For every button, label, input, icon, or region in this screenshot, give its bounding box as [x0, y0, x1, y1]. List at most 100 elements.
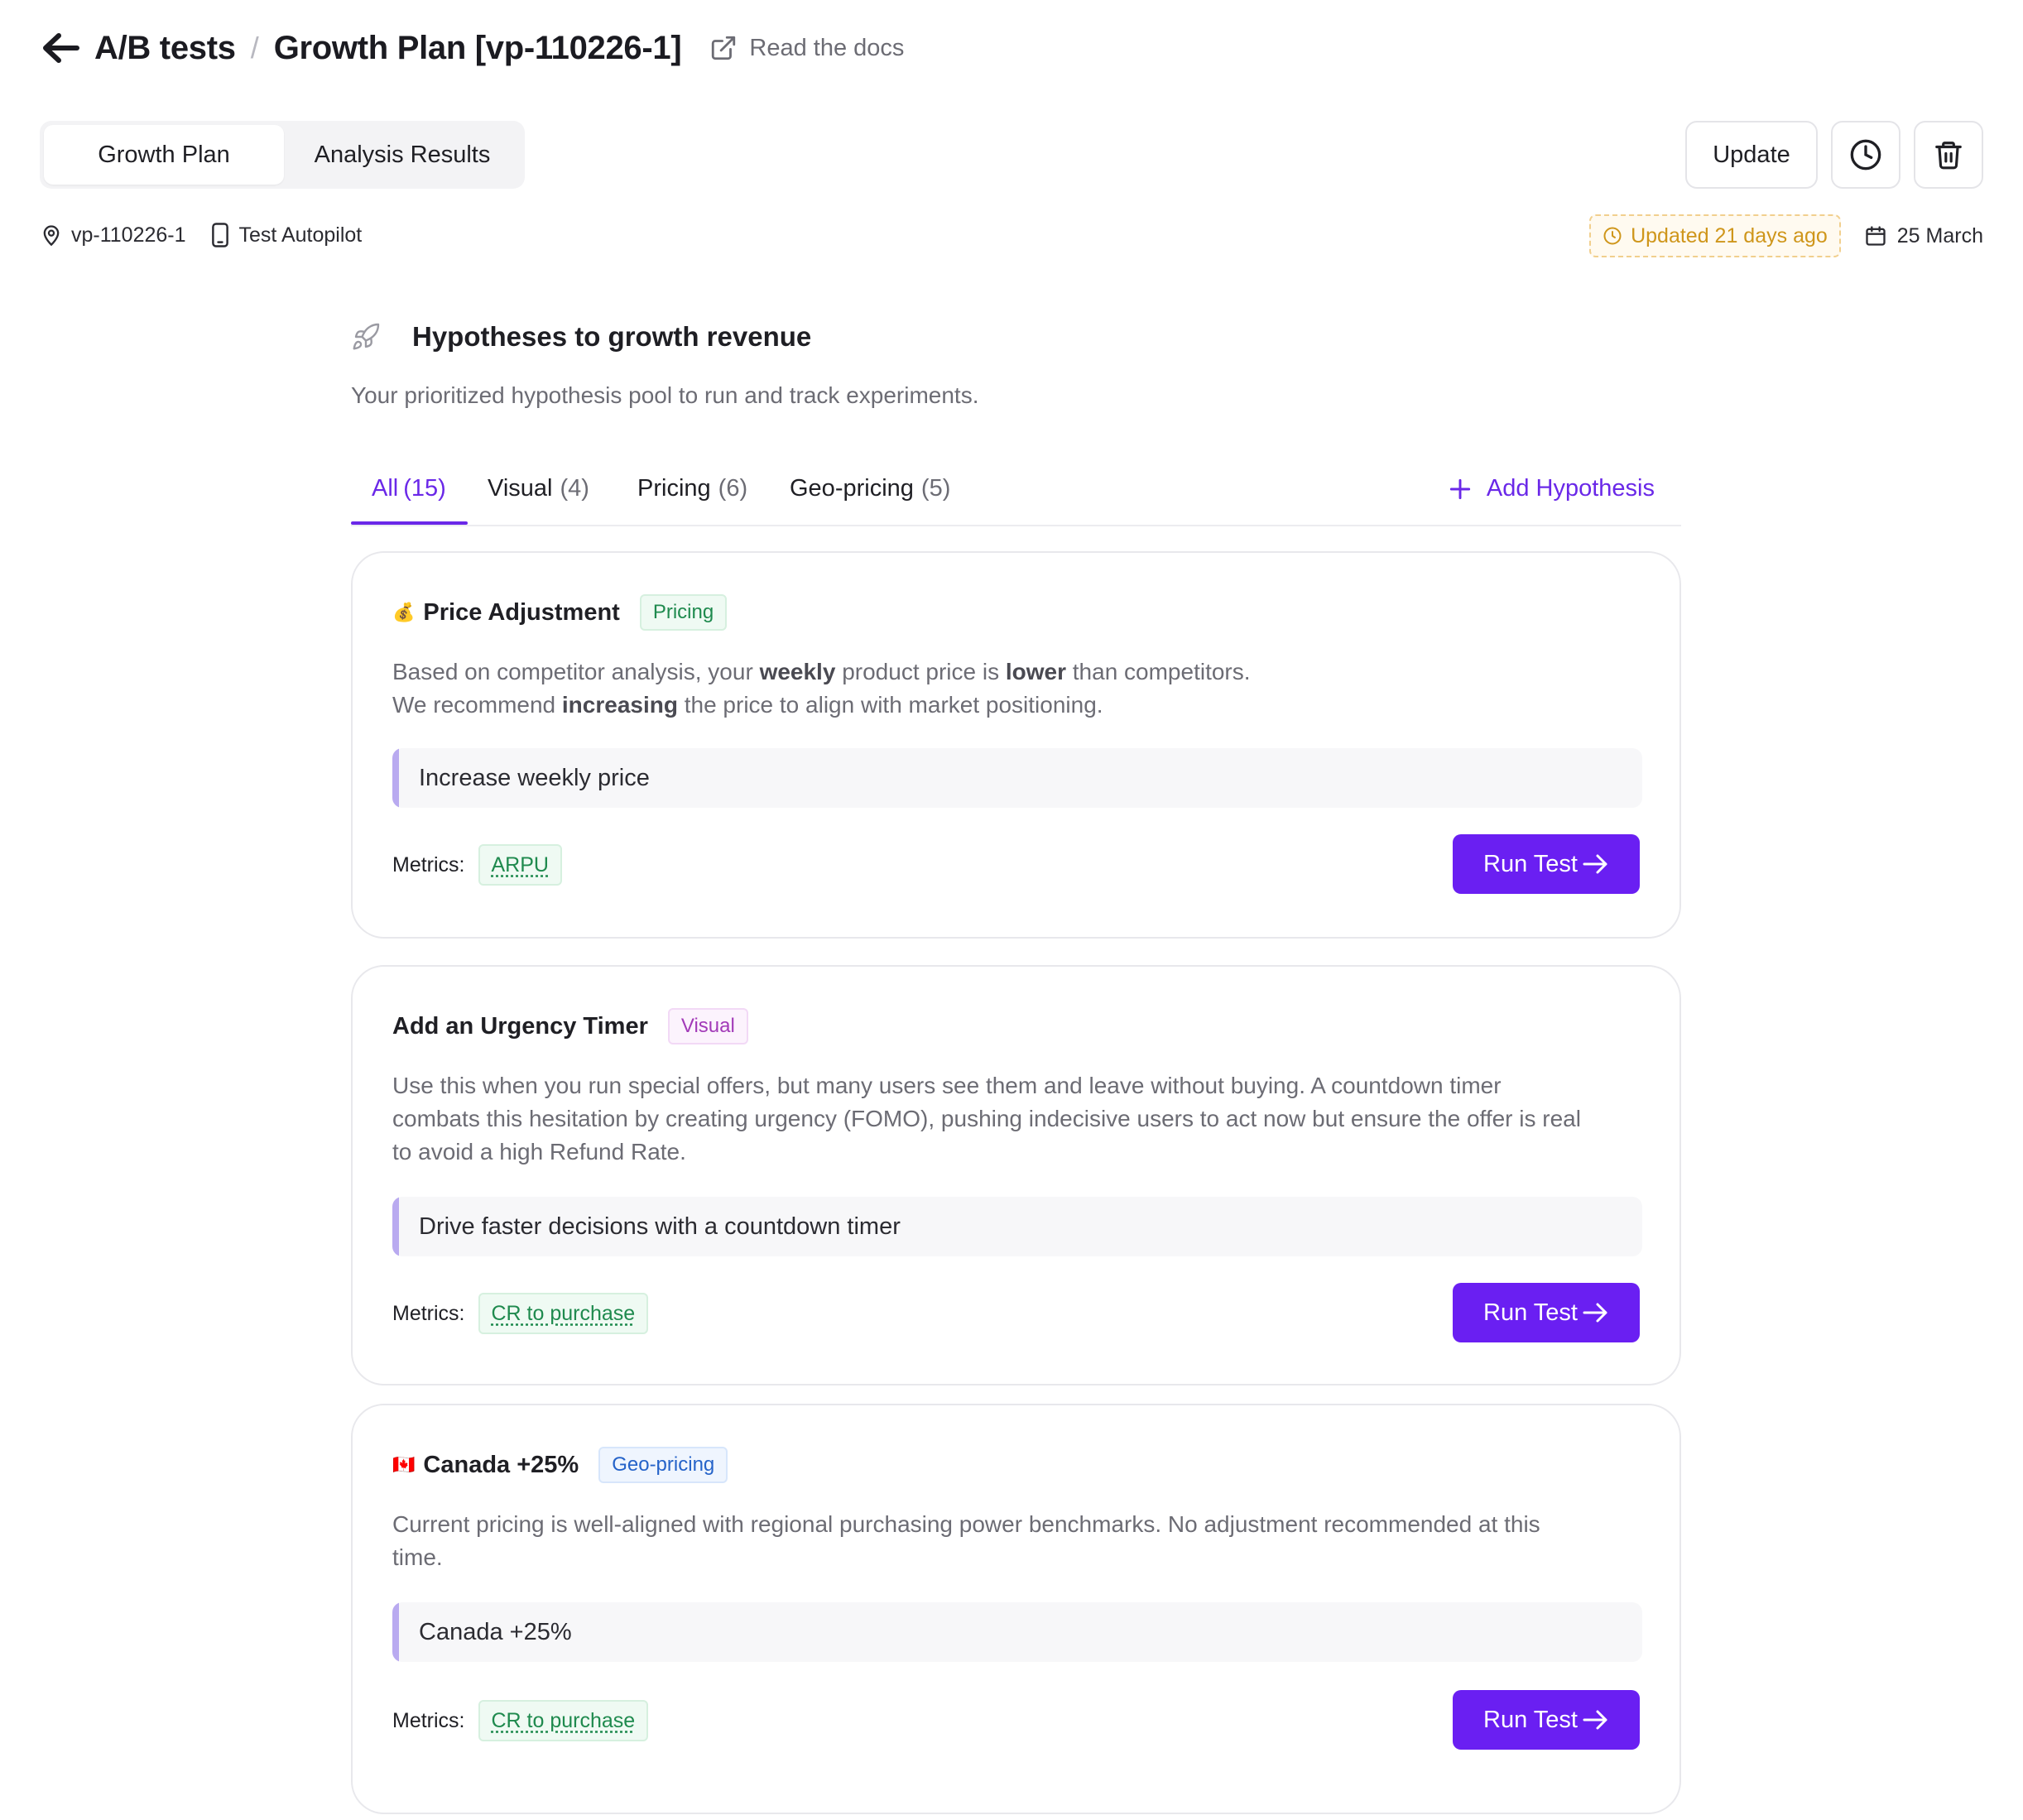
filter-tab-pricing[interactable]: Pricing (6) [637, 475, 747, 525]
card-header: Add an Urgency Timer Visual [392, 1008, 748, 1044]
hypothesis-card: Add an Urgency Timer Visual Use this whe… [351, 965, 1681, 1385]
updated-text: Updated 21 days ago [1631, 223, 1828, 247]
back-button[interactable] [40, 27, 81, 69]
metrics-label: Metrics: [392, 852, 465, 876]
bold-segment: increasing [561, 692, 678, 718]
section-subtitle: Your prioritized hypothesis pool to run … [351, 382, 979, 408]
metric-tag[interactable]: CR to purchase [478, 1700, 649, 1741]
top-actions: Update [1685, 121, 1983, 189]
filter-tab-visual[interactable]: Visual (4) [488, 475, 589, 525]
card-header: 🇨🇦 Canada +25% Geo-pricing [392, 1447, 728, 1483]
metrics-row: Metrics: CR to purchase [392, 1700, 649, 1741]
plus-icon [1449, 478, 1471, 499]
filter-tab-label: Visual [488, 475, 553, 502]
hypothesis-card: 💰 Price Adjustment Pricing Based on comp… [351, 551, 1681, 939]
updated-badge: Updated 21 days ago [1589, 214, 1841, 257]
metric-tag[interactable]: CR to purchase [478, 1293, 649, 1334]
active-tab-indicator [351, 521, 468, 525]
calendar-icon [1866, 226, 1886, 246]
hypothesis-statement-text: Drive faster decisions with a countdown … [419, 1213, 901, 1240]
filter-tab-all[interactable]: All (15) [372, 475, 446, 525]
arrow-right-icon [1583, 1710, 1607, 1730]
run-test-label: Run Test [1483, 1299, 1578, 1326]
phone-icon [211, 223, 228, 247]
tab-growth-plan[interactable]: Growth Plan [44, 125, 284, 185]
filter-tab-count: (6) [718, 475, 748, 502]
hypothesis-statement: Canada +25% [392, 1602, 1642, 1662]
category-tag: Visual [667, 1008, 748, 1044]
description-line: Based on competitor analysis, your weekl… [392, 655, 1584, 689]
location-pin-icon [43, 225, 60, 247]
text-segment: than competitors. [1065, 659, 1251, 684]
breadcrumb-root[interactable]: A/B tests [94, 30, 236, 67]
filter-tab-count: (15) [403, 475, 446, 502]
meta-right: Updated 21 days ago 25 March [1589, 214, 1983, 257]
view-tabs: Growth Plan Analysis Results [40, 121, 525, 189]
card-title: Canada +25% [423, 1451, 579, 1478]
card-title: Price Adjustment [423, 598, 620, 626]
text-segment: the price to align with market positioni… [677, 692, 1103, 718]
hypothesis-card: 🇨🇦 Canada +25% Geo-pricing Current prici… [351, 1404, 1681, 1814]
run-test-label: Run Test [1483, 850, 1578, 877]
run-test-button[interactable]: Run Test [1453, 1283, 1640, 1342]
meta-row: vp-110226-1 Test Autopilot [40, 222, 385, 248]
bold-segment: weekly [759, 659, 836, 684]
history-button[interactable] [1831, 121, 1900, 189]
arrow-left-icon [43, 33, 79, 63]
canada-flag-icon: 🇨🇦 [392, 1454, 416, 1475]
meta-device-value: Test Autopilot [238, 223, 363, 247]
card-description: Use this when you run special offers, bu… [392, 1073, 1581, 1165]
page-header: A/B tests / Growth Plan [vp-110226-1] Re… [40, 23, 904, 73]
text-segment: We recommend [392, 692, 562, 718]
date: 25 March [1864, 224, 1983, 248]
category-tag: Geo-pricing [598, 1447, 728, 1483]
external-link-icon [712, 36, 736, 60]
run-test-button[interactable]: Run Test [1453, 1690, 1640, 1750]
run-test-label: Run Test [1483, 1706, 1578, 1733]
filter-tab-geo-pricing[interactable]: Geo-pricing (5) [790, 475, 950, 525]
meta-id: vp-110226-1 [40, 223, 186, 247]
hypothesis-statement-text: Increase weekly price [419, 764, 650, 791]
description-line: We recommend increasing the price to ali… [392, 689, 1584, 722]
delete-button[interactable] [1914, 121, 1983, 189]
category-tag: Pricing [639, 594, 728, 631]
text-segment: Based on competitor analysis, your [392, 659, 760, 684]
trash-icon [1935, 142, 1962, 170]
metrics-row: Metrics: ARPU [392, 844, 562, 886]
read-docs-label: Read the docs [749, 34, 905, 61]
filter-tab-count: (5) [920, 475, 951, 502]
card-description: Based on competitor analysis, your weekl… [392, 655, 1584, 722]
text-segment: product price is [835, 659, 1006, 684]
hypothesis-statement: Increase weekly price [392, 748, 1642, 808]
run-test-button[interactable]: Run Test [1453, 834, 1640, 894]
page-title: Growth Plan [vp-110226-1] [273, 29, 682, 66]
rocket-icon [353, 323, 380, 350]
metrics-row: Metrics: CR to purchase [392, 1293, 649, 1334]
metrics-label: Metrics: [392, 1301, 465, 1325]
filter-tab-count: (4) [560, 475, 589, 502]
filter-tab-label: Geo-pricing [790, 475, 914, 502]
metric-tag[interactable]: ARPU [478, 844, 562, 886]
card-description: Current pricing is well-aligned with reg… [392, 1511, 1540, 1570]
hypothesis-statement: Drive faster decisions with a countdown … [392, 1197, 1642, 1256]
arrow-right-icon [1583, 854, 1607, 874]
card-header: 💰 Price Adjustment Pricing [392, 594, 728, 631]
money-bag-icon: 💰 [392, 602, 416, 622]
read-docs-link[interactable]: Read the docs [709, 34, 904, 62]
filter-tab-label: All [372, 475, 399, 502]
clock-icon [1850, 139, 1881, 170]
date-value: 25 March [1896, 223, 1983, 247]
meta-device: Test Autopilot [209, 222, 363, 248]
bold-segment: lower [1005, 659, 1066, 684]
add-hypothesis-button[interactable]: Add Hypothesis [1447, 475, 1655, 502]
clock-icon [1603, 227, 1622, 245]
update-button[interactable]: Update [1685, 121, 1818, 189]
arrow-right-icon [1583, 1303, 1607, 1323]
breadcrumb-separator: / [250, 31, 259, 65]
add-hypothesis-label: Add Hypothesis [1486, 475, 1655, 502]
tab-analysis-results[interactable]: Analysis Results [284, 125, 521, 185]
section-title: Hypotheses to growth revenue [351, 321, 811, 353]
section-heading: Hypotheses to growth revenue [412, 321, 812, 352]
filter-tabs: All (15) Visual (4) Pricing (6) Geo-pricing… [351, 468, 1681, 526]
card-title: Add an Urgency Timer [392, 1012, 648, 1040]
